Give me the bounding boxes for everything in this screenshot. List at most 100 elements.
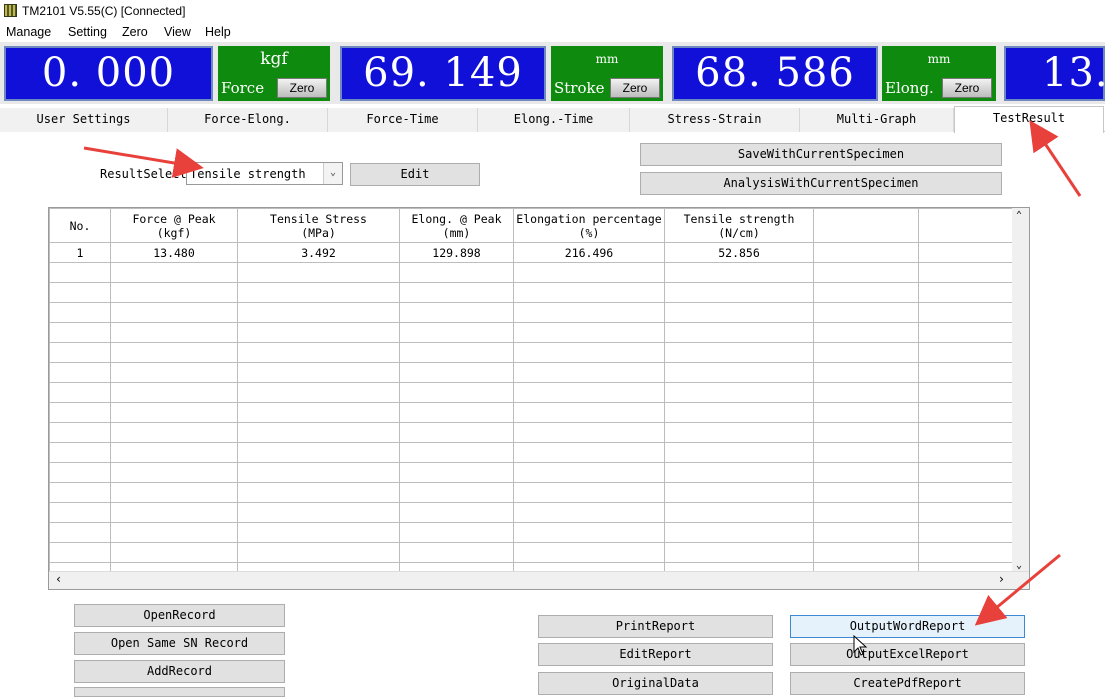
- table-cell[interactable]: [237, 382, 400, 403]
- table-cell[interactable]: [399, 302, 514, 323]
- table-cell[interactable]: [399, 262, 514, 283]
- table-cell[interactable]: [813, 342, 919, 363]
- table-cell[interactable]: [237, 542, 400, 563]
- result-table[interactable]: No. Force @ Peak (kgf) Tensile Stress (MPa) E…: [48, 207, 1030, 590]
- edit-button[interactable]: Edit: [350, 163, 480, 186]
- table-cell[interactable]: [237, 302, 400, 323]
- table-cell[interactable]: [813, 542, 919, 563]
- table-cell[interactable]: [237, 442, 400, 463]
- table-cell[interactable]: [49, 462, 111, 483]
- column-header[interactable]: Tensile strength (N/cm): [664, 208, 814, 243]
- table-cell[interactable]: [813, 462, 919, 483]
- table-cell[interactable]: [664, 382, 814, 403]
- output-excel-report-button[interactable]: OutputExcelReport: [790, 643, 1025, 666]
- table-cell[interactable]: [813, 482, 919, 503]
- table-row[interactable]: [49, 462, 1024, 483]
- tab-force-time[interactable]: Force-Time: [328, 108, 478, 132]
- table-cell[interactable]: 129.898: [399, 242, 514, 263]
- table-cell[interactable]: [918, 482, 1024, 503]
- table-cell[interactable]: [918, 442, 1024, 463]
- table-cell[interactable]: [813, 422, 919, 443]
- table-cell[interactable]: [664, 542, 814, 563]
- tab-user-settings[interactable]: User Settings: [0, 108, 168, 132]
- table-cell[interactable]: [813, 522, 919, 543]
- table-cell[interactable]: [513, 462, 665, 483]
- table-cell[interactable]: [49, 382, 111, 403]
- scroll-down-icon[interactable]: ⌄: [1016, 560, 1022, 571]
- table-cell[interactable]: [110, 362, 238, 383]
- table-cell[interactable]: [399, 462, 514, 483]
- table-cell[interactable]: [399, 522, 514, 543]
- table-row[interactable]: [49, 382, 1024, 403]
- column-header[interactable]: No.: [49, 208, 111, 243]
- table-cell[interactable]: [49, 322, 111, 343]
- elong-zero-button[interactable]: Zero: [942, 78, 992, 98]
- table-row[interactable]: [49, 302, 1024, 323]
- table-cell[interactable]: [110, 442, 238, 463]
- table-cell[interactable]: [918, 282, 1024, 303]
- table-row[interactable]: [49, 402, 1024, 423]
- vertical-scrollbar[interactable]: ⌃ ⌄: [1012, 208, 1029, 573]
- menu-view[interactable]: View: [164, 25, 191, 39]
- table-cell[interactable]: [237, 482, 400, 503]
- table-row[interactable]: [49, 322, 1024, 343]
- column-header[interactable]: Tensile Stress (MPa): [237, 208, 400, 243]
- table-cell[interactable]: [513, 282, 665, 303]
- chevron-down-icon[interactable]: ⌄: [323, 163, 342, 184]
- table-cell[interactable]: [110, 322, 238, 343]
- table-cell[interactable]: [513, 322, 665, 343]
- table-cell[interactable]: [813, 322, 919, 343]
- table-cell[interactable]: [237, 262, 400, 283]
- table-cell[interactable]: [110, 522, 238, 543]
- table-row[interactable]: [49, 542, 1024, 563]
- open-same-sn-record-button[interactable]: Open Same SN Record: [74, 632, 285, 655]
- menu-manage[interactable]: Manage: [6, 25, 51, 39]
- table-cell[interactable]: [813, 442, 919, 463]
- table-cell[interactable]: [513, 542, 665, 563]
- table-cell[interactable]: [49, 342, 111, 363]
- table-cell[interactable]: [110, 462, 238, 483]
- table-row[interactable]: [49, 362, 1024, 383]
- table-cell[interactable]: [664, 522, 814, 543]
- table-cell[interactable]: [49, 402, 111, 423]
- table-cell[interactable]: [513, 402, 665, 423]
- edit-report-button[interactable]: EditReport: [538, 643, 773, 666]
- table-cell[interactable]: [664, 322, 814, 343]
- table-cell[interactable]: [237, 402, 400, 423]
- column-header[interactable]: [918, 208, 1024, 243]
- table-cell[interactable]: [513, 522, 665, 543]
- result-select-dropdown[interactable]: Tensile strength ⌄: [186, 162, 343, 185]
- table-cell[interactable]: [513, 262, 665, 283]
- table-cell[interactable]: [918, 522, 1024, 543]
- table-cell[interactable]: [49, 442, 111, 463]
- table-row[interactable]: [49, 482, 1024, 503]
- table-row[interactable]: [49, 262, 1024, 283]
- table-cell[interactable]: [664, 342, 814, 363]
- output-word-report-button[interactable]: OutputWordReport: [790, 615, 1025, 638]
- table-cell[interactable]: [110, 282, 238, 303]
- table-cell[interactable]: [399, 342, 514, 363]
- table-row[interactable]: [49, 422, 1024, 443]
- original-data-button[interactable]: OriginalData: [538, 672, 773, 695]
- tab-test-result[interactable]: TestResult: [954, 106, 1104, 133]
- force-zero-button[interactable]: Zero: [277, 78, 327, 98]
- open-record-button[interactable]: OpenRecord: [74, 604, 285, 627]
- table-row[interactable]: [49, 282, 1024, 303]
- table-cell[interactable]: [513, 482, 665, 503]
- table-cell[interactable]: [664, 402, 814, 423]
- table-cell[interactable]: [237, 462, 400, 483]
- table-cell[interactable]: [664, 442, 814, 463]
- add-record-button[interactable]: AddRecord: [74, 660, 285, 683]
- table-row[interactable]: 1 13.480 3.492 129.898 216.496 52.856: [49, 242, 1024, 263]
- table-cell[interactable]: 13.480: [110, 242, 238, 263]
- table-cell[interactable]: [399, 502, 514, 523]
- menu-help[interactable]: Help: [205, 25, 231, 39]
- save-with-current-specimen-button[interactable]: SaveWithCurrentSpecimen: [640, 143, 1002, 166]
- column-header[interactable]: Force @ Peak (kgf): [110, 208, 238, 243]
- table-cell[interactable]: [399, 282, 514, 303]
- table-cell[interactable]: [237, 502, 400, 523]
- table-cell[interactable]: [918, 342, 1024, 363]
- table-cell[interactable]: [237, 422, 400, 443]
- table-cell[interactable]: [49, 422, 111, 443]
- column-header[interactable]: Elong. @ Peak (mm): [399, 208, 514, 243]
